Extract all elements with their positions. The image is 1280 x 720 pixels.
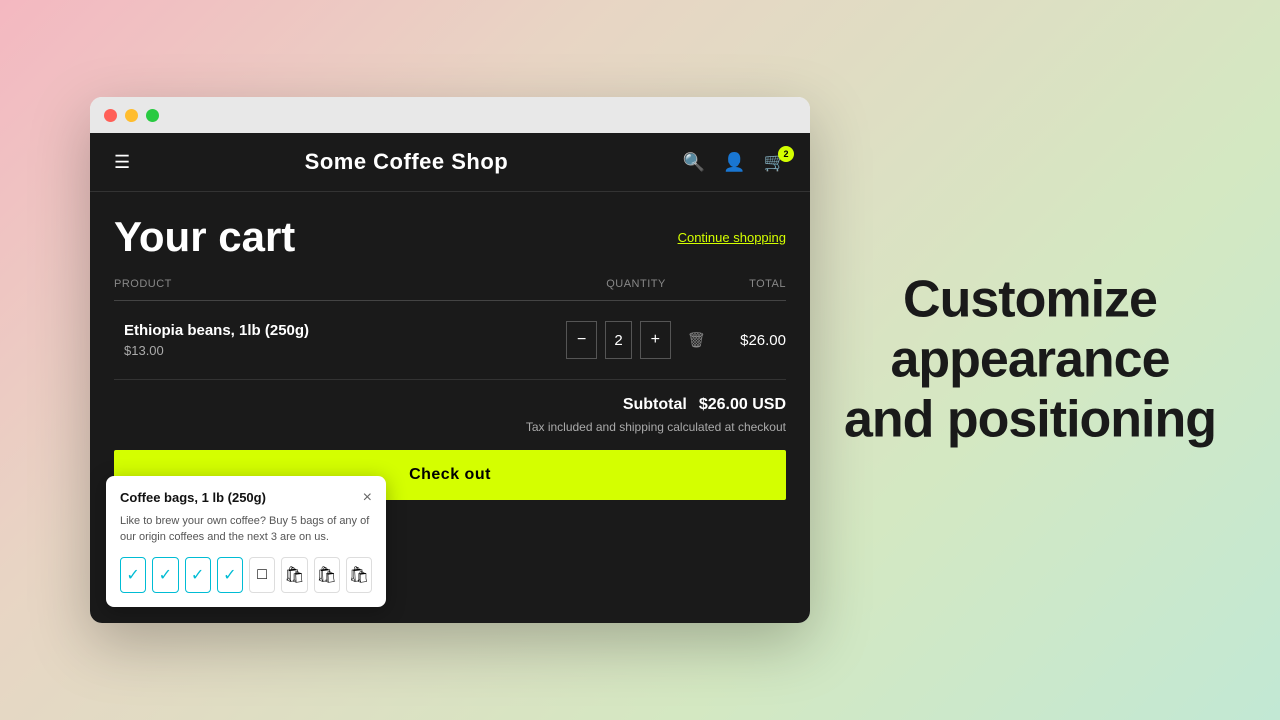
popup-header: Coffee bags, 1 lb (250g) × [120, 490, 372, 506]
subtotal-label: Subtotal [623, 396, 687, 414]
popup-card: Coffee bags, 1 lb (250g) × Like to brew … [106, 476, 386, 607]
continue-shopping-link[interactable]: Continue shopping [678, 230, 786, 245]
popup-icon-2[interactable]: ✓ [152, 557, 178, 593]
popup-icon-6[interactable]: 🛍 [281, 557, 307, 593]
popup-title: Coffee bags, 1 lb (250g) [120, 490, 266, 505]
quantity-control: − 2 + 🗑 [566, 321, 706, 359]
popup-description: Like to brew your own coffee? Buy 5 bags… [120, 514, 372, 545]
dot-red[interactable] [104, 109, 117, 122]
browser-window: ☰ Some Coffee Shop 🔍 👤 🛒 2 Your cart Con… [90, 97, 810, 623]
site-title: Some Coffee Shop [305, 149, 509, 175]
product-name: Ethiopia beans, 1lb (250g) [124, 322, 566, 339]
subtotal-value: $26.00 USD [699, 396, 786, 414]
popup-close-button[interactable]: × [363, 490, 372, 506]
popup-icon-7[interactable]: 🛍 [314, 557, 340, 593]
dot-yellow[interactable] [125, 109, 138, 122]
cart-header-row: Your cart Continue shopping [114, 216, 786, 258]
dot-green[interactable] [146, 109, 159, 122]
popup-icon-3[interactable]: ✓ [185, 557, 211, 593]
cart-icon[interactable]: 🛒 2 [764, 152, 786, 173]
product-total: $26.00 [706, 332, 786, 349]
product-row: Ethiopia beans, 1lb (250g) $13.00 − 2 + … [114, 301, 786, 380]
popup-icon-8[interactable]: 🛍 [346, 557, 372, 593]
nav-icons: 🔍 👤 🛒 2 [683, 152, 786, 173]
cart-area: Your cart Continue shopping Product Quan… [90, 192, 810, 520]
product-price: $13.00 [124, 343, 566, 358]
quantity-increase-button[interactable]: + [640, 321, 671, 359]
account-icon[interactable]: 👤 [723, 152, 745, 173]
table-header: Product Quantity Total [114, 278, 786, 301]
col-quantity-header: Quantity [566, 278, 706, 290]
cart-badge: 2 [778, 146, 794, 162]
cart-title: Your cart [114, 216, 295, 258]
popup-icon-row: ✓ ✓ ✓ ✓ □ 🛍 🛍 🛍 [120, 557, 372, 593]
nav-bar: ☰ Some Coffee Shop 🔍 👤 🛒 2 [90, 133, 810, 192]
right-panel-heading: Customize appearance and positioning [840, 270, 1220, 449]
quantity-value: 2 [605, 321, 631, 359]
search-icon[interactable]: 🔍 [683, 152, 705, 173]
delete-item-button[interactable]: 🗑 [687, 331, 706, 349]
quantity-decrease-button[interactable]: − [566, 321, 597, 359]
right-panel: Customize appearance and positioning [840, 270, 1220, 449]
title-bar [90, 97, 810, 133]
col-product-header: Product [114, 278, 566, 290]
app-content: ☰ Some Coffee Shop 🔍 👤 🛒 2 Your cart Con… [90, 133, 810, 623]
product-info: Ethiopia beans, 1lb (250g) $13.00 [114, 322, 566, 358]
tax-note: Tax included and shipping calculated at … [114, 420, 786, 434]
hamburger-icon[interactable]: ☰ [114, 152, 130, 173]
popup-icon-5[interactable]: □ [249, 557, 275, 593]
popup-icon-4[interactable]: ✓ [217, 557, 243, 593]
subtotal-row: Subtotal $26.00 USD [114, 380, 786, 420]
popup-icon-1[interactable]: ✓ [120, 557, 146, 593]
col-total-header: Total [706, 278, 786, 290]
